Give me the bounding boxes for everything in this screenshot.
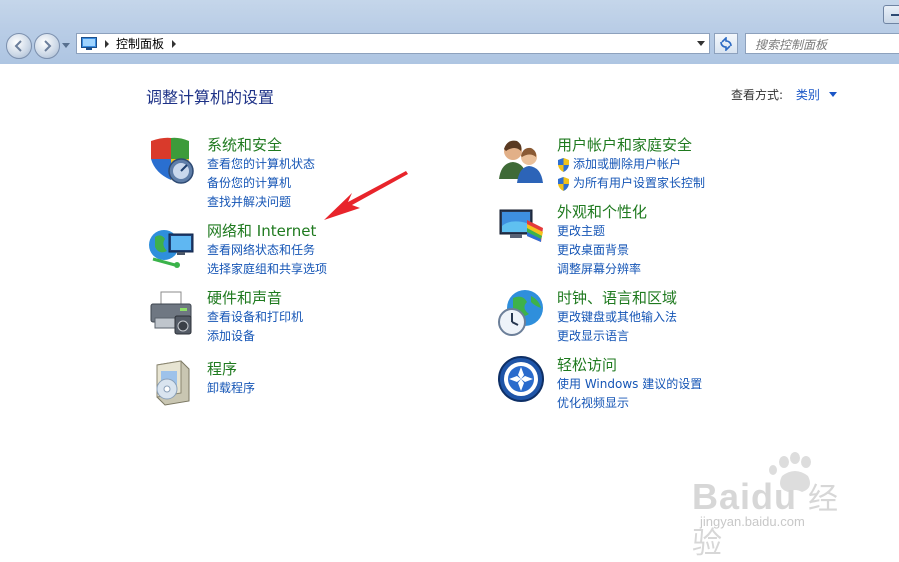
link-windows-suggested-settings[interactable]: 使用 Windows 建议的设置 bbox=[557, 375, 797, 394]
watermark-brand-2: du bbox=[751, 476, 798, 517]
link-label[interactable]: 为所有用户设置家长控制 bbox=[573, 174, 705, 193]
link-view-devices-printers[interactable]: 查看设备和打印机 bbox=[207, 308, 447, 327]
arrow-left-icon bbox=[14, 40, 22, 52]
view-by: 查看方式: 类别 bbox=[731, 86, 837, 103]
uac-shield-icon bbox=[558, 157, 569, 172]
category-title[interactable]: 网络和 Internet bbox=[207, 221, 447, 241]
uac-shield-icon bbox=[558, 176, 569, 191]
chevron-down-icon[interactable] bbox=[828, 92, 837, 97]
clock-globe-icon bbox=[498, 290, 543, 336]
link-add-remove-accounts[interactable]: 添加或删除用户帐户 bbox=[557, 155, 797, 174]
search-placeholder: 搜索控制面板 bbox=[755, 38, 828, 52]
address-bar[interactable]: 控制面板 bbox=[76, 33, 710, 54]
link-change-input-method[interactable]: 更改键盘或其他输入法 bbox=[557, 308, 797, 327]
security-shield-icon bbox=[151, 137, 194, 184]
back-button[interactable] bbox=[6, 33, 32, 59]
link-adjust-resolution[interactable]: 调整屏幕分辨率 bbox=[557, 260, 797, 279]
view-by-label: 查看方式: bbox=[731, 88, 784, 102]
link-add-device[interactable]: 添加设备 bbox=[207, 327, 447, 346]
minimize-button[interactable] bbox=[883, 5, 899, 24]
page-title: 调整计算机的设置 bbox=[146, 88, 275, 107]
link-parental-controls[interactable]: 为所有用户设置家长控制 bbox=[557, 174, 797, 193]
control-panel-content: 调整计算机的设置 查看方式: 类别 系统和安全 查看您的计算机状态 备份您的计算… bbox=[0, 64, 899, 560]
users-icon bbox=[499, 140, 543, 183]
link-label[interactable]: 添加或删除用户帐户 bbox=[573, 155, 681, 174]
search-input[interactable]: 搜索控制面板 bbox=[745, 33, 899, 54]
ease-of-access-icon bbox=[498, 356, 544, 402]
link-uninstall-program[interactable]: 卸载程序 bbox=[207, 379, 447, 398]
view-by-dropdown[interactable]: 类别 bbox=[796, 88, 820, 102]
link-change-theme[interactable]: 更改主题 bbox=[557, 222, 797, 241]
category-title[interactable]: 系统和安全 bbox=[207, 135, 447, 155]
refresh-icon bbox=[720, 36, 732, 51]
category-title[interactable]: 程序 bbox=[207, 359, 447, 379]
address-dropdown-icon[interactable] bbox=[697, 41, 705, 46]
breadcrumb-control-panel[interactable]: 控制面板 bbox=[116, 35, 164, 52]
link-change-desktop-background[interactable]: 更改桌面背景 bbox=[557, 241, 797, 260]
category-title[interactable]: 轻松访问 bbox=[557, 355, 797, 375]
programs-box-icon bbox=[156, 360, 190, 406]
category-title[interactable]: 用户帐户和家庭安全 bbox=[557, 135, 797, 155]
control-panel-icon bbox=[81, 37, 97, 50]
display-paint-icon bbox=[499, 209, 543, 242]
arrow-right-icon bbox=[44, 40, 52, 52]
watermark-brand: Bai bbox=[692, 476, 752, 517]
link-optimize-visual-display[interactable]: 优化视频显示 bbox=[557, 394, 797, 413]
watermark-url: jingyan.baidu.com bbox=[700, 514, 805, 529]
network-globe-icon bbox=[149, 230, 194, 268]
link-homegroup-sharing[interactable]: 选择家庭组和共享选项 bbox=[207, 260, 447, 279]
red-annotation-arrow-icon bbox=[324, 171, 408, 220]
baidu-watermark: Baidu 经验 jingyan.baidu.com bbox=[690, 448, 870, 560]
category-title[interactable]: 硬件和声音 bbox=[207, 288, 447, 308]
printer-icon bbox=[150, 291, 192, 335]
window-chrome: 控制面板 搜索控制面板 bbox=[0, 0, 899, 64]
forward-button[interactable] bbox=[34, 33, 60, 59]
category-title[interactable]: 时钟、语言和区域 bbox=[557, 288, 797, 308]
refresh-button[interactable] bbox=[714, 33, 738, 54]
category-title[interactable]: 外观和个性化 bbox=[557, 202, 797, 222]
breadcrumb-separator-icon bbox=[105, 39, 109, 48]
link-change-display-language[interactable]: 更改显示语言 bbox=[557, 327, 797, 346]
link-view-network-status[interactable]: 查看网络状态和任务 bbox=[207, 241, 447, 260]
recent-pages-dropdown[interactable] bbox=[62, 41, 70, 49]
minimize-icon bbox=[891, 14, 899, 16]
breadcrumb-separator-icon[interactable] bbox=[172, 39, 177, 48]
